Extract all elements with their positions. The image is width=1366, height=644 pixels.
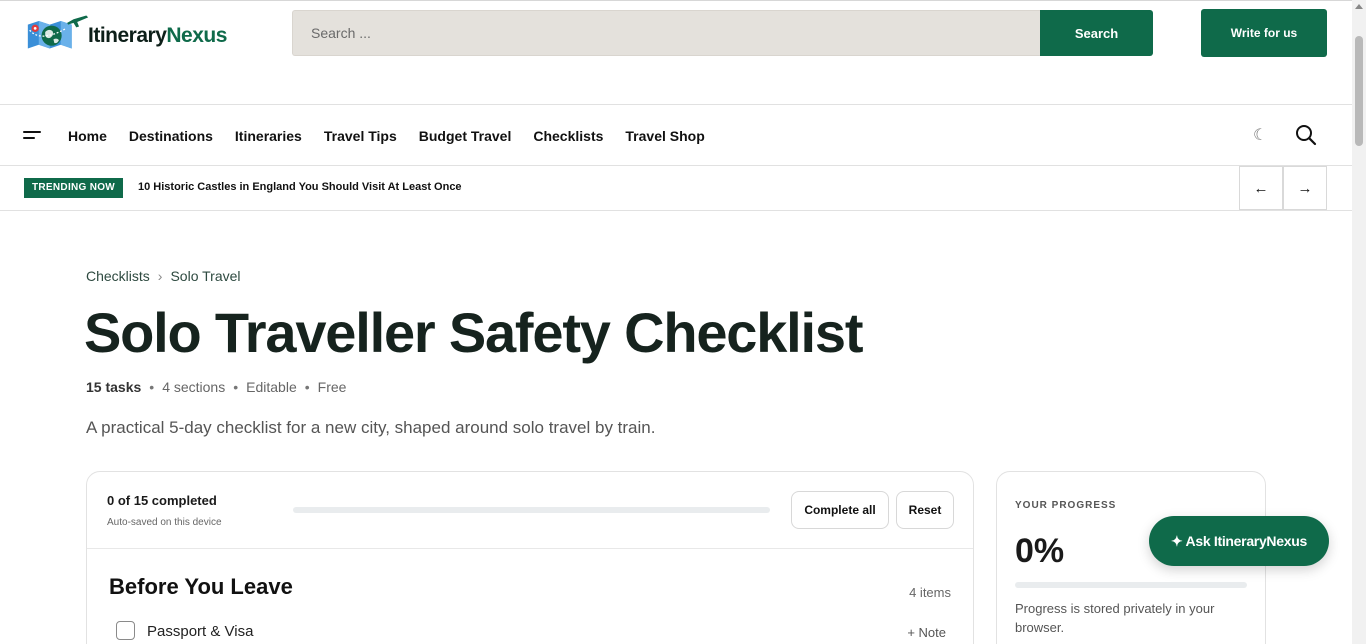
meta-sections: 4 sections [162,379,226,395]
meta-dot: • [233,379,239,395]
nav-item-travel-shop[interactable]: Travel Shop [625,128,704,144]
meta-tasks: 15 tasks [86,379,142,395]
checklist-header: 0 of 15 completed Auto-saved on this dev… [87,472,973,549]
nav-menu: Home Destinations Itineraries Travel Tip… [68,105,727,167]
nav-item-checklists[interactable]: Checklists [533,128,603,144]
nav-item-home[interactable]: Home [68,128,107,144]
nav-item-travel-tips[interactable]: Travel Tips [324,128,397,144]
site-logo[interactable]: ItineraryNexus [26,10,227,54]
task-label[interactable]: Passport & Visa [147,623,253,640]
progress-card-bar [1015,582,1247,588]
logo-text-part1: Itinerary [88,24,167,47]
article-meta: 15 tasks • 4 sections • Editable • Free [86,379,346,395]
nav-item-budget-travel[interactable]: Budget Travel [419,128,512,144]
search-button[interactable]: Search [1040,10,1153,56]
complete-all-button[interactable]: Complete all [791,491,889,529]
nav-item-destinations[interactable]: Destinations [129,128,213,144]
add-note-button[interactable]: + Note [907,625,946,640]
checklist-progress-bar [293,507,770,513]
meta-price: Free [317,379,347,395]
progress-percent: 0% [1015,532,1065,570]
section-title: Before You Leave [109,574,293,599]
main-nav: Home Destinations Itineraries Travel Tip… [0,104,1352,166]
trending-prev-button[interactable]: ← [1239,166,1283,210]
page: ItineraryNexus Search Write for us Home … [0,0,1366,644]
dark-mode-toggle-icon[interactable]: ☾ [1253,125,1267,145]
breadcrumb-separator: › [157,268,163,284]
meta-dot: • [304,379,310,395]
ask-assistant-button[interactable]: ✦ Ask ItineraryNexus [1149,516,1329,566]
section-item-count: 4 items [909,585,951,600]
hamburger-icon[interactable] [23,131,41,141]
breadcrumb-solo-travel[interactable]: Solo Travel [170,268,240,284]
page-title: Solo Traveller Safety Checklist [84,301,863,364]
progress-storage-note: Progress is stored privately in your bro… [1015,601,1215,635]
completed-count: 0 of 15 completed [107,493,217,508]
progress-card-label: YOUR PROGRESS [1015,500,1117,511]
task-row: Passport & Visa + Note [116,620,946,644]
article-description: A practical 5-day checklist for a new ci… [86,418,656,437]
trending-headline[interactable]: 10 Historic Castles in England You Shoul… [138,181,462,193]
breadcrumb: Checklists › Solo Travel [86,268,241,284]
nav-item-itineraries[interactable]: Itineraries [235,128,302,144]
reset-button[interactable]: Reset [896,491,954,529]
top-border [0,0,1352,3]
scroll-up-arrow-icon[interactable] [1355,4,1363,9]
logo-text-part2: Nexus [166,24,227,47]
page-scrollbar[interactable] [1352,0,1366,644]
search-input[interactable] [292,10,1040,56]
logo-text: ItineraryNexus [88,24,227,48]
task-checkbox[interactable] [116,621,135,640]
trending-badge: TRENDING NOW [24,178,124,198]
write-for-us-button[interactable]: Write for us [1201,9,1327,57]
meta-editable: Editable [246,379,297,395]
checklist-card: 0 of 15 completed Auto-saved on this dev… [86,471,974,644]
search-icon[interactable] [1294,123,1318,147]
autosave-note: Auto-saved on this device [107,517,222,528]
trending-bar: TRENDING NOW 10 Historic Castles in Engl… [0,166,1352,211]
header-search: Search [292,10,1153,56]
globe-plane-icon [27,15,89,49]
scroll-thumb[interactable] [1355,36,1363,146]
trending-next-button[interactable]: → [1283,166,1327,210]
breadcrumb-checklists[interactable]: Checklists [86,268,150,284]
meta-dot: • [149,379,155,395]
